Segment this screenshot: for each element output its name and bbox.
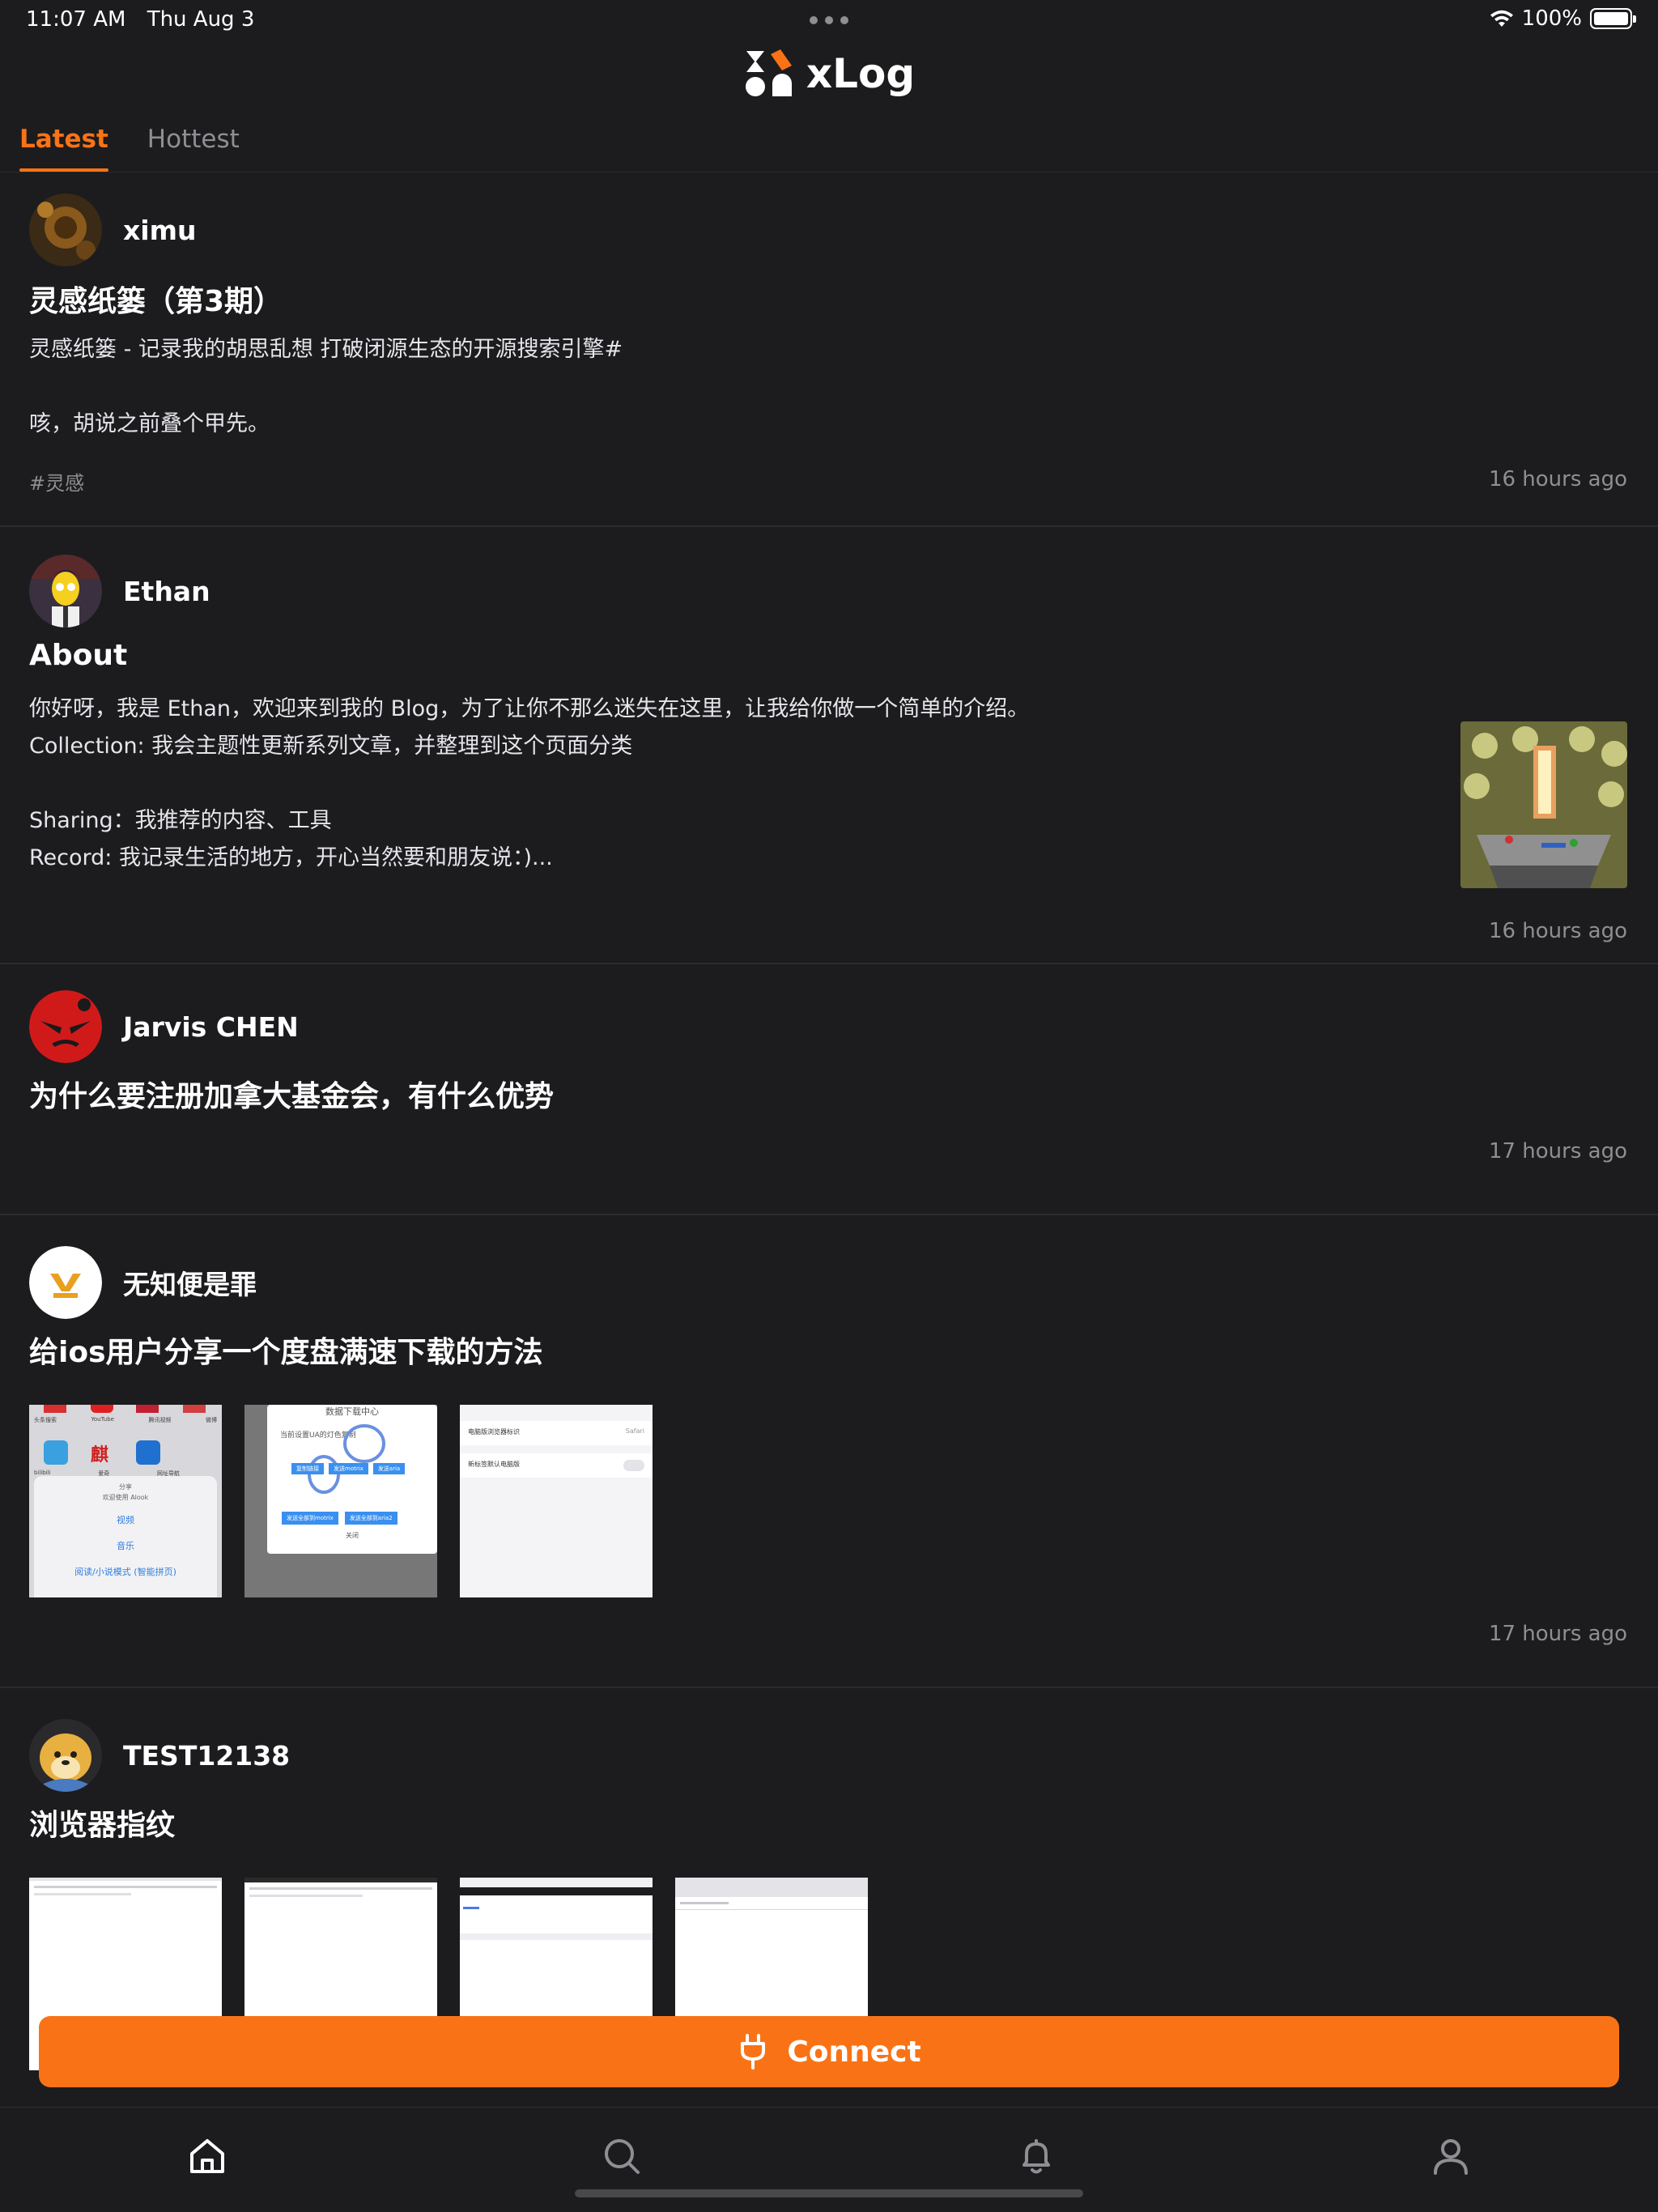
post-card[interactable]: Ethan About 你好呀，我是 Ethan，欢迎来到我的 Blog，为了让… (0, 527, 1658, 964)
excerpt-line: Collection: 我会主题性更新系列文章，并整理到这个页面分类 (29, 734, 633, 759)
toggle-switch (623, 1460, 644, 1471)
multitasking-dots-icon[interactable] (810, 16, 848, 24)
app-label: 微博 (205, 1417, 217, 1423)
profile-icon (1434, 2139, 1468, 2175)
excerpt-line: 咳，胡说之前叠个甲先。 (29, 411, 270, 436)
setting-label: 新标签默认电脑版 (468, 1461, 520, 1468)
tab-hottest[interactable]: Hottest (147, 121, 240, 172)
search-icon (605, 2139, 640, 2174)
post-author[interactable]: 无知便是罪 (29, 1246, 257, 1319)
post-image[interactable]: 数据下载中心 当前设置UA的灯色复制 复制链接 发送motrix 发送aria … (244, 1405, 437, 1597)
excerpt-line: 灵感纸篓 - 记录我的胡思乱想 打破闭源生态的开源搜索引擎# (29, 337, 623, 362)
nav-profile[interactable] (1426, 2132, 1475, 2180)
post-title[interactable]: About (29, 639, 127, 672)
post-thumbnail[interactable] (1460, 721, 1627, 888)
home-indicator (575, 2189, 1083, 2197)
post-author[interactable]: Ethan (29, 555, 210, 627)
post-card[interactable]: ximu 灵感纸篓（第3期） 灵感纸篓 - 记录我的胡思乱想 打破闭源生态的开源… (0, 172, 1658, 527)
dialog-close: 关闭 (346, 1532, 359, 1539)
post-image[interactable]: 电脑版浏览器标识 Safari 新标签默认电脑版 (460, 1405, 653, 1597)
author-name: 无知便是罪 (123, 1269, 257, 1300)
avatar[interactable] (29, 1246, 102, 1319)
post-title[interactable]: 为什么要注册加拿大基金会，有什么优势 (29, 1073, 554, 1115)
post-excerpt: 灵感纸篓 - 记录我的胡思乱想 打破闭源生态的开源搜索引擎# 咳，胡说之前叠个甲… (29, 331, 623, 443)
wifi-icon (1490, 10, 1513, 27)
setting-label: 电脑版浏览器标识 (468, 1428, 520, 1436)
post-author[interactable]: Jarvis CHEN (29, 990, 299, 1063)
dialog-button: 发送motrix (329, 1463, 368, 1474)
post-excerpt: 你好呀，我是 Ethan，欢迎来到我的 Blog，为了让你不那么迷失在这里，让我… (29, 691, 1029, 877)
nav-home[interactable] (183, 2132, 232, 2180)
nav-search[interactable] (597, 2132, 646, 2180)
app-header: xLog (0, 39, 1658, 108)
share-sheet-subtitle: 欢迎使用 Alook (102, 1494, 149, 1501)
bell-icon (1022, 2139, 1050, 2174)
excerpt-line (29, 368, 623, 406)
excerpt-line: Sharing：我推荐的内容、工具 (29, 808, 332, 833)
post-time: 16 hours ago (1488, 467, 1627, 491)
connect-button[interactable]: Connect (39, 2016, 1619, 2087)
plug-icon (741, 2034, 766, 2069)
avatar[interactable] (29, 1719, 102, 1792)
avatar[interactable] (29, 194, 102, 266)
share-sheet-title: 分享 (119, 1483, 132, 1491)
post-card[interactable]: 无知便是罪 给ios用户分享一个度盘满速下载的方法 头条搜索 YouTube 腾… (0, 1215, 1658, 1688)
xlog-logo-icon (745, 49, 792, 96)
author-name: Ethan (123, 575, 210, 607)
status-left: 11:07 AM Thu Aug 3 (26, 7, 269, 32)
excerpt-line (29, 765, 1029, 802)
excerpt-line: Record: 我记录生活的地方，开心当然要和朋友说：)... (29, 845, 553, 870)
battery-icon (1590, 8, 1636, 29)
app-label: 腾讯视频 (148, 1417, 172, 1423)
dialog-button: 发送全部到motrix (282, 1512, 338, 1525)
post-title[interactable]: 浏览器指纹 (29, 1802, 175, 1844)
status-date: Thu Aug 3 (147, 7, 255, 32)
post-card[interactable]: Jarvis CHEN 为什么要注册加拿大基金会，有什么优势 17 hours … (0, 964, 1658, 1215)
dialog-button: 发送aria (372, 1463, 406, 1474)
author-name: ximu (123, 214, 197, 246)
post-tag[interactable]: #灵感 (29, 467, 84, 496)
nav-notifications[interactable] (1012, 2132, 1061, 2180)
avatar[interactable] (29, 990, 102, 1063)
post-title[interactable]: 灵感纸篓（第3期） (29, 278, 283, 320)
battery-percent: 100% (1521, 6, 1582, 31)
post-card[interactable]: TEST12138 浏览器指纹 (0, 1688, 1658, 2070)
post-author[interactable]: TEST12138 (29, 1719, 290, 1792)
post-author[interactable]: ximu (29, 194, 196, 266)
author-name: TEST12138 (123, 1739, 291, 1772)
avatar[interactable] (29, 555, 102, 627)
status-bar: 11:07 AM Thu Aug 3 100% (0, 0, 1658, 39)
share-action: 音乐 (117, 1541, 134, 1551)
dialog-button: 复制链接 (291, 1463, 324, 1474)
feed: ximu 灵感纸篓（第3期） 灵感纸篓 - 记录我的胡思乱想 打破闭源生态的开源… (0, 172, 1658, 2070)
dialog-button: 发送全部到aria2 (344, 1512, 397, 1525)
home-icon (190, 2139, 224, 2173)
post-title[interactable]: 给ios用户分享一个度盘满速下载的方法 (29, 1329, 543, 1371)
author-name: Jarvis CHEN (123, 1010, 299, 1043)
app-label: YouTube (91, 1416, 114, 1423)
post-time: 16 hours ago (1488, 919, 1627, 943)
excerpt-line: 你好呀，我是 Ethan，欢迎来到我的 Blog，为了让你不那么迷失在这里，让我… (29, 696, 1030, 721)
app-label: 头条搜索 (34, 1417, 57, 1423)
setting-value: Safari (625, 1427, 644, 1435)
connect-label: Connect (787, 2035, 921, 2069)
share-action: 视频 (117, 1515, 134, 1525)
tab-latest[interactable]: Latest (19, 121, 108, 172)
status-right: 100% (1490, 6, 1636, 31)
post-time: 17 hours ago (1488, 1622, 1627, 1646)
app-title: xLog (806, 50, 916, 97)
share-action: 阅读/小说模式 (智能拼页) (74, 1567, 176, 1577)
post-image[interactable]: 头条搜索 YouTube 腾讯视频 微博 麒 bilibili 爱奇 网址导航 … (29, 1405, 222, 1597)
post-time: 17 hours ago (1488, 1139, 1627, 1163)
feed-tabs: Latest Hottest (19, 121, 240, 173)
status-time: 11:07 AM (26, 7, 126, 32)
